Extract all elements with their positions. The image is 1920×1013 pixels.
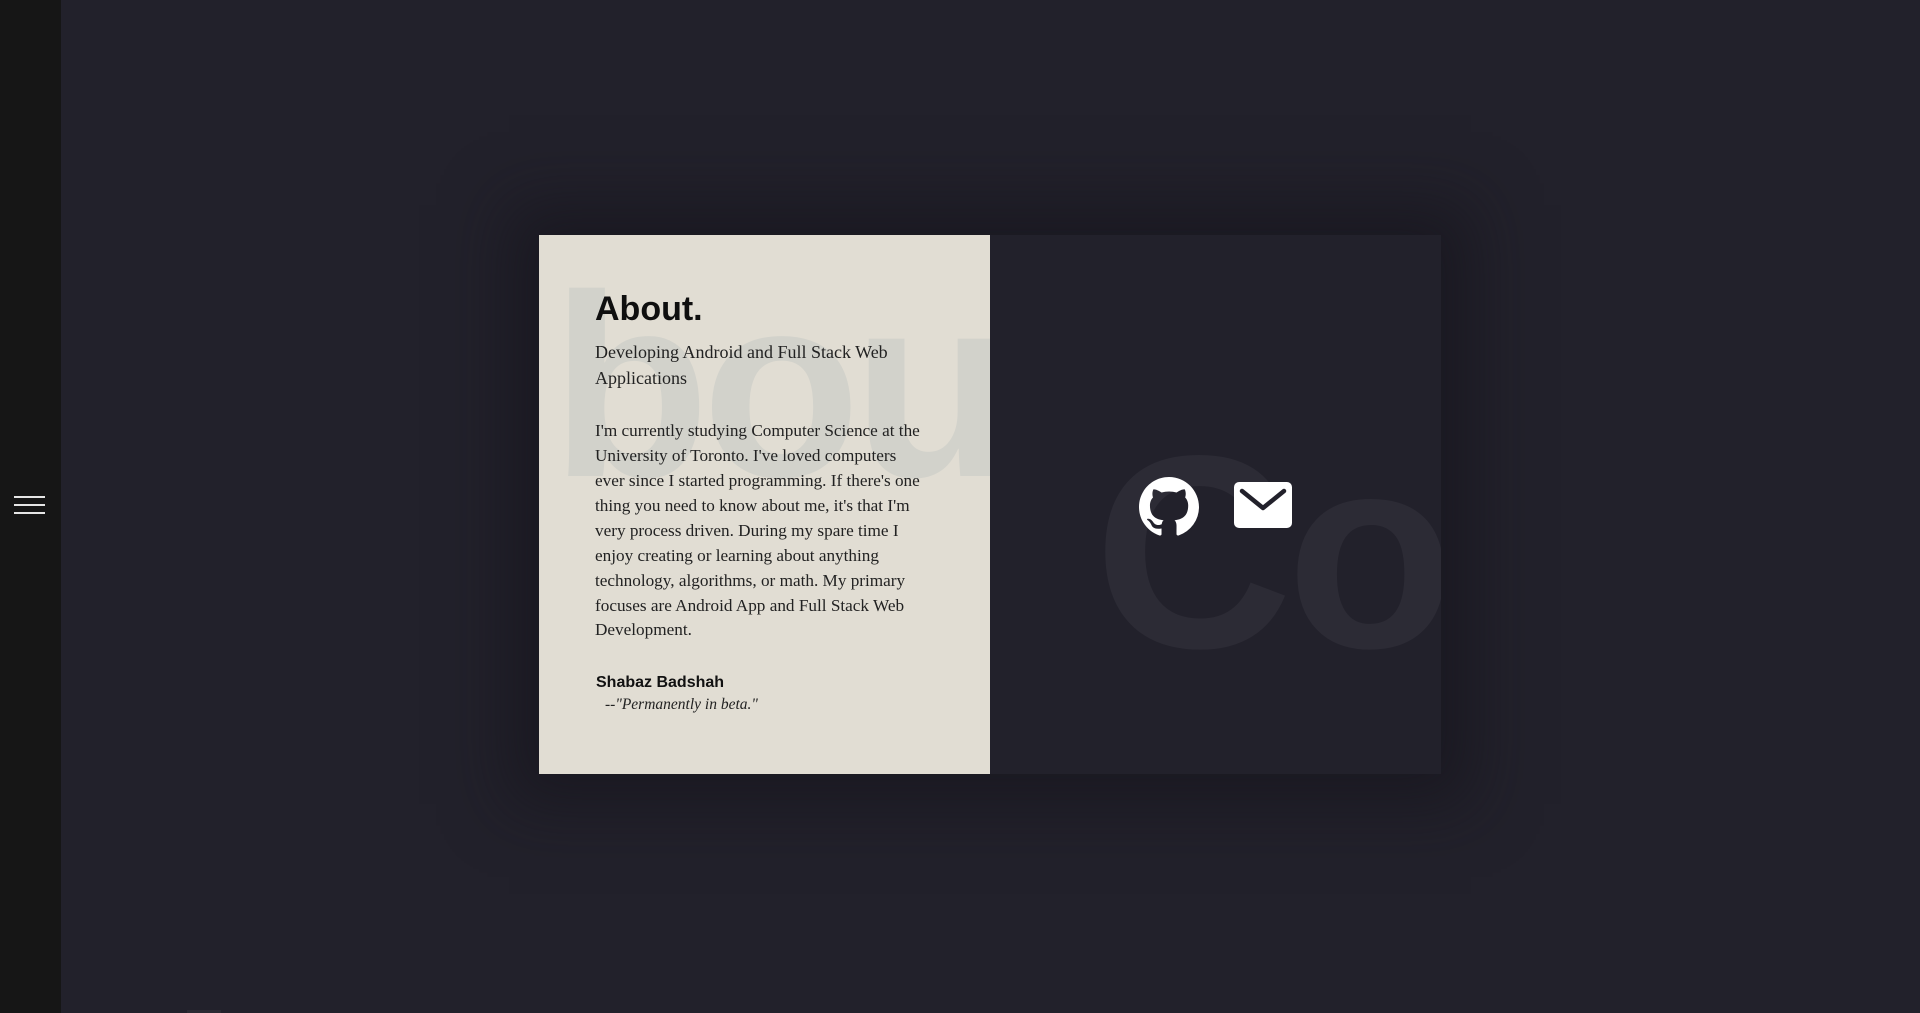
author-quote: --"Permanently in beta."	[605, 696, 758, 714]
mail-icon	[1234, 482, 1292, 528]
contact-watermark: Co	[1094, 399, 1441, 706]
hamburger-line	[14, 496, 45, 498]
email-link[interactable]	[1234, 482, 1292, 528]
hamburger-menu-icon[interactable]	[14, 494, 46, 516]
contact-section: Co	[990, 235, 1441, 774]
about-body-text: I'm currently studying Computer Science …	[595, 420, 920, 640]
about-title: About.	[595, 290, 703, 328]
github-link[interactable]	[1139, 477, 1199, 537]
hamburger-line	[14, 512, 45, 514]
sidebar	[0, 0, 61, 1013]
about-section: bout About. Developing Android and Full …	[539, 235, 990, 774]
profile-card: bout About. Developing Android and Full …	[539, 235, 1441, 774]
github-icon	[1139, 477, 1199, 536]
about-content: About. Developing Android and Full Stack…	[595, 289, 930, 714]
about-subtitle: Developing Android and Full Stack Web Ap…	[595, 341, 888, 388]
hamburger-line	[14, 504, 45, 506]
author-name: Shabaz Badshah	[596, 674, 725, 692]
